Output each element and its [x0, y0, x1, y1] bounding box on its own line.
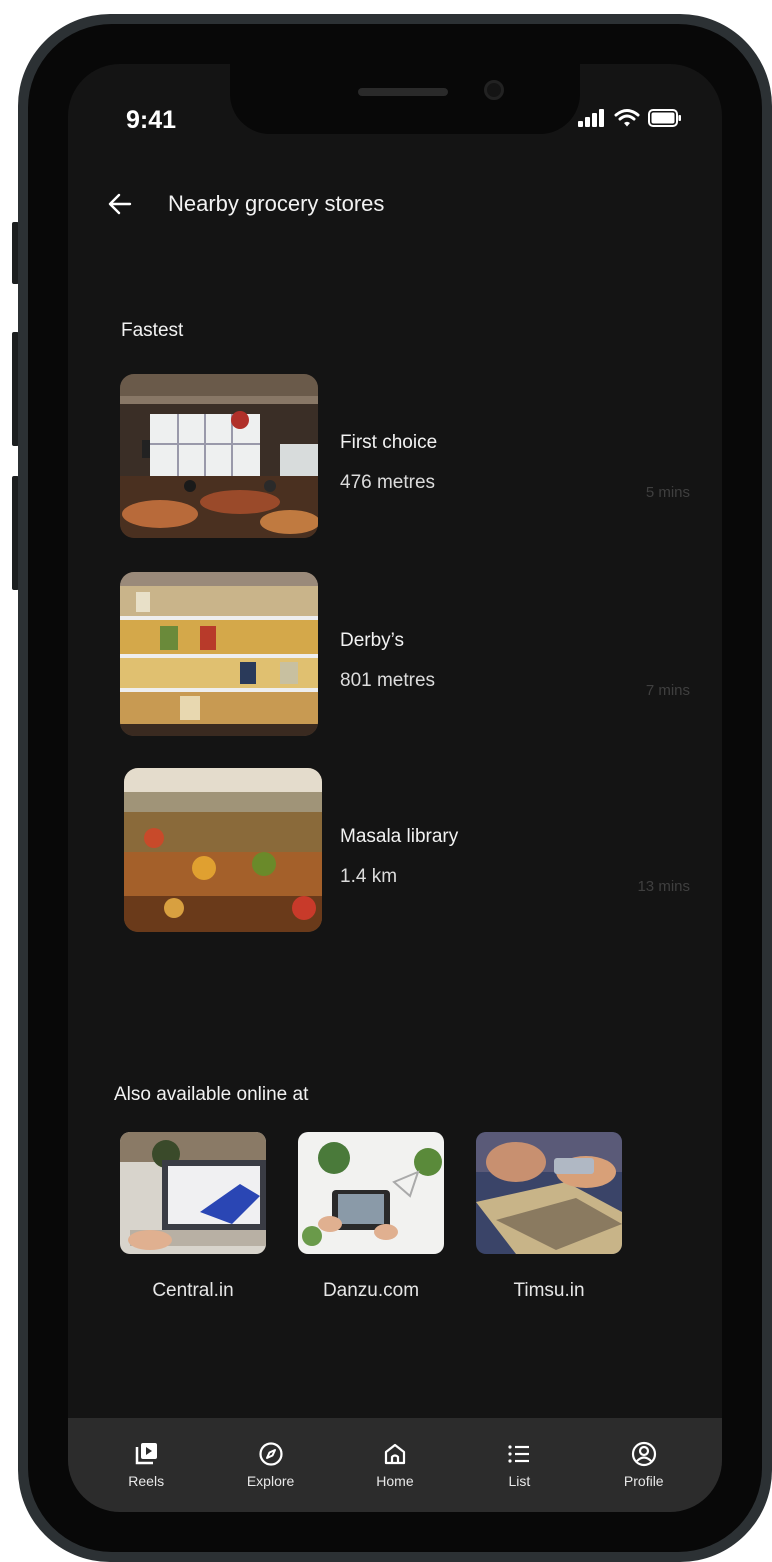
nav-item-explore[interactable]: Explore [226, 1441, 316, 1489]
fastest-heading: Fastest [121, 320, 184, 341]
page-title: Nearby grocery stores [168, 191, 385, 216]
store-eta: 7 mins [645, 682, 690, 699]
battery-icon [648, 109, 681, 127]
phone-frame: 9:41 Nearby grocery stores Fastest First… [18, 14, 772, 1562]
top-bar: Nearby grocery stores [108, 184, 384, 224]
shop-image-danzu [298, 1132, 444, 1254]
shop-image-central [120, 1132, 266, 1254]
wifi-icon [614, 109, 640, 127]
nav-item-reels[interactable]: Reels [101, 1441, 191, 1489]
nav-item-profile[interactable]: Profile [599, 1441, 689, 1489]
notch [230, 64, 580, 134]
store-name: Derby’s [340, 630, 405, 651]
compass-icon [258, 1442, 283, 1466]
nav-item-list[interactable]: List [474, 1441, 564, 1489]
speaker [358, 88, 448, 96]
store-image-masala-library [124, 768, 322, 932]
front-camera [484, 80, 504, 100]
app-screen: 9:41 Nearby grocery stores Fastest First… [68, 64, 722, 1512]
online-shop-central[interactable]: Central.in [120, 1132, 266, 1302]
store-image-first-choice [120, 374, 318, 538]
nav-label-list: List [508, 1473, 531, 1489]
arrow-left-icon [108, 193, 132, 215]
shop-name: Danzu.com [322, 1280, 420, 1301]
nav-label-reels: Reels [128, 1473, 165, 1489]
back-button[interactable] [108, 184, 148, 224]
store-card-masala-library[interactable]: Masala library 1.4 km 13 mins [120, 768, 690, 932]
shop-image-timsu [476, 1132, 622, 1254]
signal-icon [578, 109, 604, 127]
online-shop-danzu[interactable]: Danzu.com [298, 1132, 444, 1302]
nav-label-home: Home [376, 1473, 414, 1489]
store-eta: 5 mins [645, 484, 690, 501]
phone-bezel: 9:41 Nearby grocery stores Fastest First… [28, 24, 762, 1552]
list-icon [508, 1445, 530, 1463]
online-shop-timsu[interactable]: Timsu.in [476, 1132, 622, 1302]
status-icons [578, 108, 682, 128]
store-distance: 1.4 km [340, 866, 398, 887]
shop-name: Central.in [152, 1280, 234, 1301]
nav-item-home[interactable]: Home [350, 1441, 440, 1489]
shop-name: Timsu.in [513, 1280, 585, 1301]
status-time: 9:41 [126, 106, 177, 134]
bottom-nav: Reels Explore Home List Profile [68, 1418, 722, 1512]
online-heading: Also available online at [114, 1084, 309, 1105]
nav-label-explore: Explore [246, 1473, 295, 1489]
reels-icon [135, 1443, 158, 1465]
store-image-derbys [120, 572, 318, 736]
store-distance: 476 metres [340, 472, 436, 493]
nav-label-profile: Profile [623, 1473, 664, 1489]
store-card-first-choice[interactable]: First choice 476 metres 5 mins [120, 374, 690, 538]
store-name: Masala library [340, 826, 459, 847]
profile-icon [631, 1441, 656, 1467]
store-name: First choice [340, 432, 438, 453]
store-distance: 801 metres [340, 670, 436, 691]
home-icon [384, 1443, 406, 1465]
store-card-derbys[interactable]: Derby’s 801 metres 7 mins [120, 572, 690, 736]
store-eta: 13 mins [637, 878, 690, 895]
